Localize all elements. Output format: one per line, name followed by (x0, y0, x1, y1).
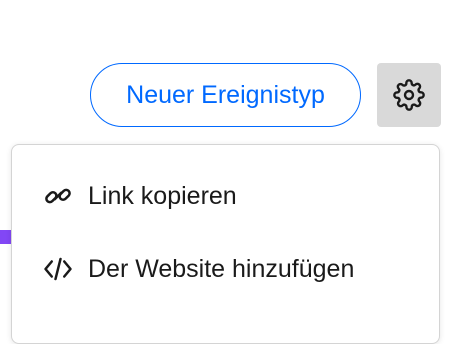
menu-item-copy-link[interactable]: Link kopieren (12, 166, 439, 226)
link-icon (43, 181, 73, 211)
code-icon (43, 254, 73, 284)
menu-item-add-to-website[interactable]: Der Website hinzufügen (12, 239, 439, 299)
gear-icon (393, 79, 425, 111)
settings-button[interactable] (377, 63, 441, 127)
dropdown-menu: Link kopieren Der Website hinzufügen (11, 144, 440, 344)
menu-item-label: Der Website hinzufügen (88, 254, 355, 283)
menu-item-label: Link kopieren (88, 181, 237, 210)
new-event-type-button[interactable]: Neuer Ereignistyp (90, 63, 361, 127)
